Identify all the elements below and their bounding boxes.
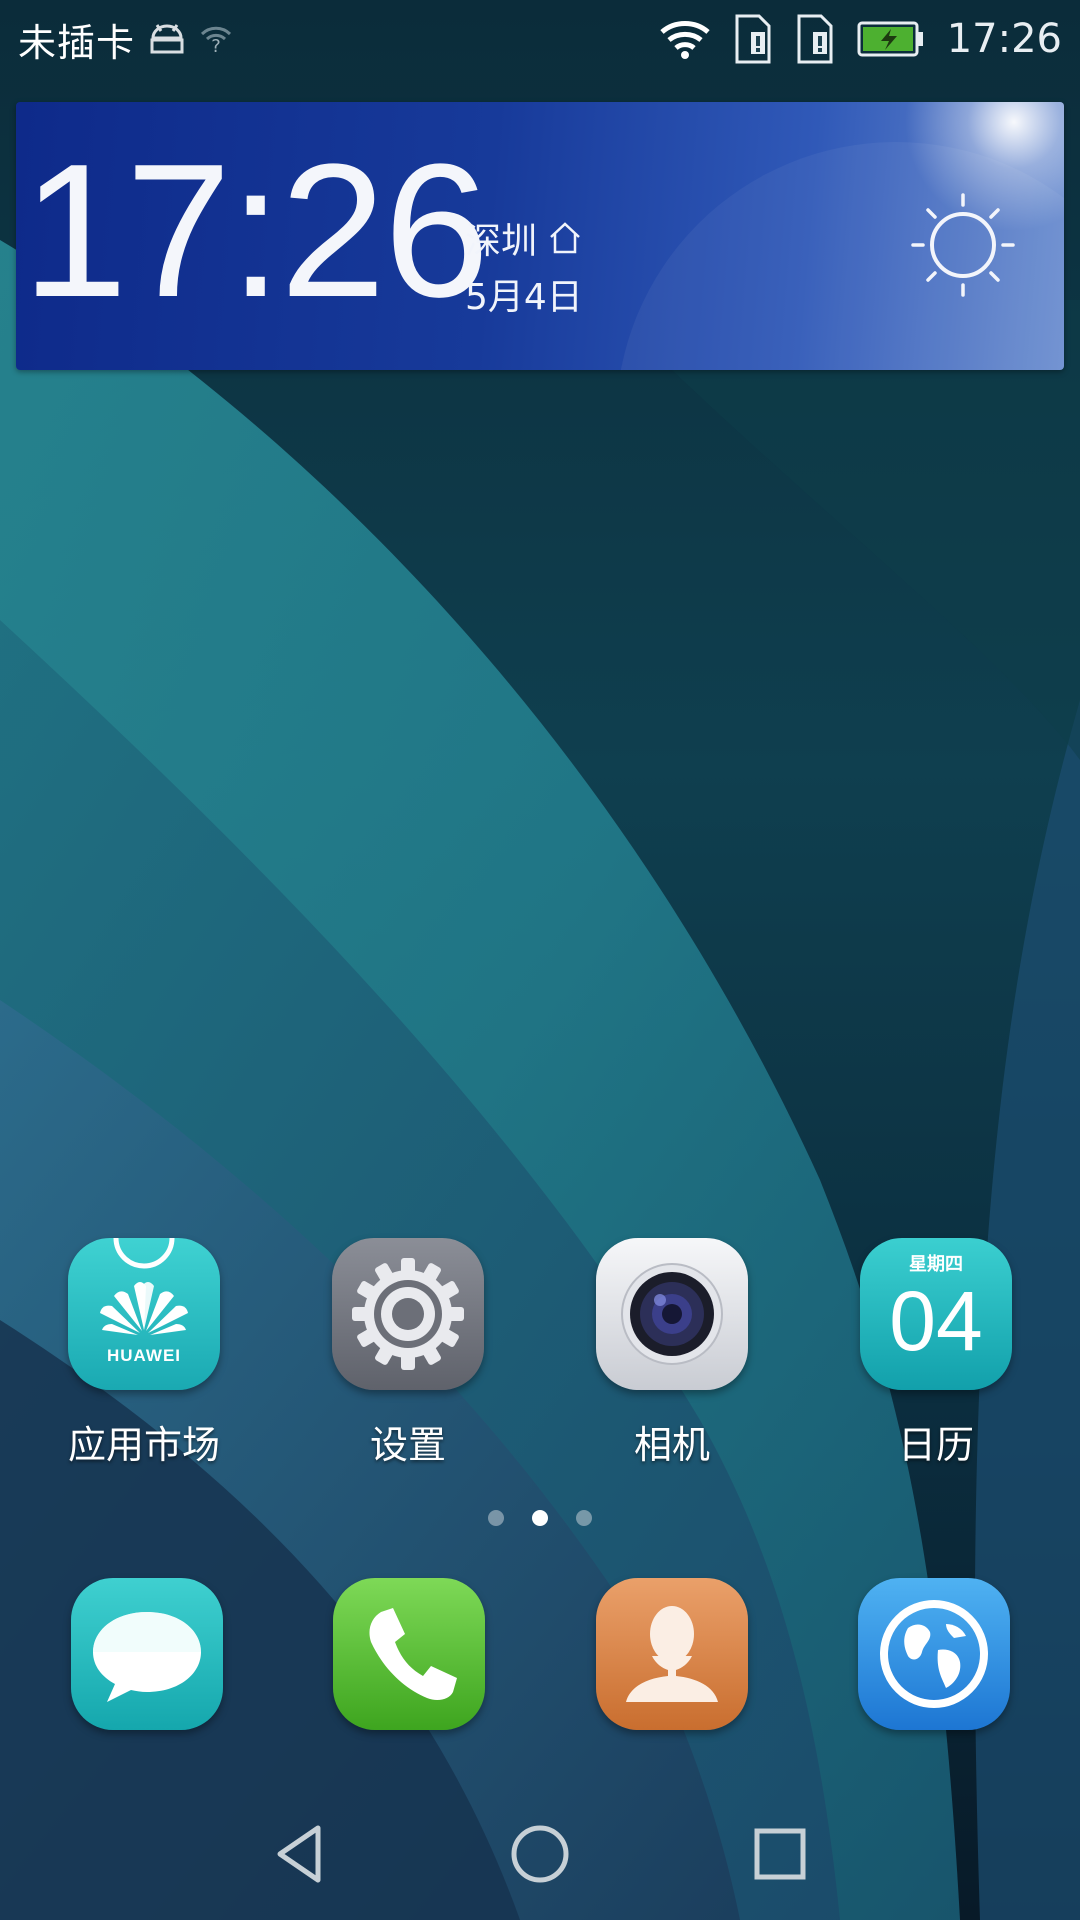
battery-charging-icon [857,21,923,57]
home-button[interactable] [500,1814,580,1894]
dock-contacts[interactable] [572,1578,772,1730]
home-location-icon [550,222,580,254]
back-button[interactable] [260,1814,340,1894]
wifi-icon [660,21,710,59]
wifi-unknown-icon: ? [200,26,232,56]
camera-lens [621,1263,723,1365]
app-grid-row: HUAWEI 应用市场 设置 相机 星期四 04 日历 [0,1238,1080,1478]
dock [0,1578,1080,1738]
sim-alert-icon [735,14,771,64]
gear-glyph [352,1258,464,1370]
camera-icon[interactable] [596,1238,748,1390]
calendar-day: 04 [889,1274,983,1368]
home-screen: 未插卡 ? 17:26 17:26 深圳 5月4日 HUAWEI 应用市场 设置… [0,0,1080,1920]
city-label: 深圳 [465,221,538,262]
chat-bubble-icon[interactable] [71,1578,223,1730]
phone-icon[interactable] [333,1578,485,1730]
dock-messages[interactable] [47,1578,247,1730]
widget-city[interactable]: 深圳 [465,212,583,264]
android-debug-icon [150,24,184,54]
phone-handset-glyph [369,1608,457,1700]
huawei-appgallery-icon[interactable]: HUAWEI [68,1238,220,1390]
status-bar: 未插卡 ? 17:26 [0,0,1080,78]
app-calendar[interactable]: 星期四 04 日历 [836,1238,1036,1469]
app-market[interactable]: HUAWEI 应用市场 [44,1238,244,1469]
dock-phone[interactable] [309,1578,509,1730]
huawei-logo [100,1238,188,1335]
globe-glyph [880,1600,988,1708]
huawei-wordmark: HUAWEI [107,1346,181,1365]
recents-button[interactable] [740,1814,820,1894]
calendar-icon[interactable]: 星期四 04 [860,1238,1012,1390]
page-dot[interactable] [488,1510,504,1526]
app-camera[interactable]: 相机 [572,1238,772,1469]
app-label: 日历 [897,1423,974,1467]
person-icon[interactable] [596,1578,748,1730]
svg-text:?: ? [211,36,221,56]
gear-icon[interactable] [332,1238,484,1390]
app-label: 相机 [633,1423,710,1467]
page-indicator [0,1510,1080,1530]
page-dot-active[interactable] [532,1510,548,1526]
carrier-label: 未插卡 [18,20,136,65]
app-settings[interactable]: 设置 [308,1238,508,1469]
person-glyph [626,1606,718,1702]
calendar-weekday: 星期四 [909,1254,963,1275]
widget-clock[interactable]: 17:26 [22,136,489,326]
status-right: 17:26 [659,10,1062,68]
dock-browser[interactable] [834,1578,1034,1730]
widget-date: 5月4日 [465,277,583,318]
chat-bubble-glyph [93,1612,201,1702]
status-time: 17:26 [946,16,1062,62]
sim-alert-icon [797,14,833,64]
app-label: 设置 [369,1423,446,1467]
navigation-bar [0,1790,1080,1920]
globe-icon[interactable] [858,1578,1010,1730]
page-dot[interactable] [576,1510,592,1526]
status-left: 未插卡 ? [18,14,233,65]
app-label: 应用市场 [67,1423,220,1467]
sun-icon[interactable] [908,190,1018,300]
